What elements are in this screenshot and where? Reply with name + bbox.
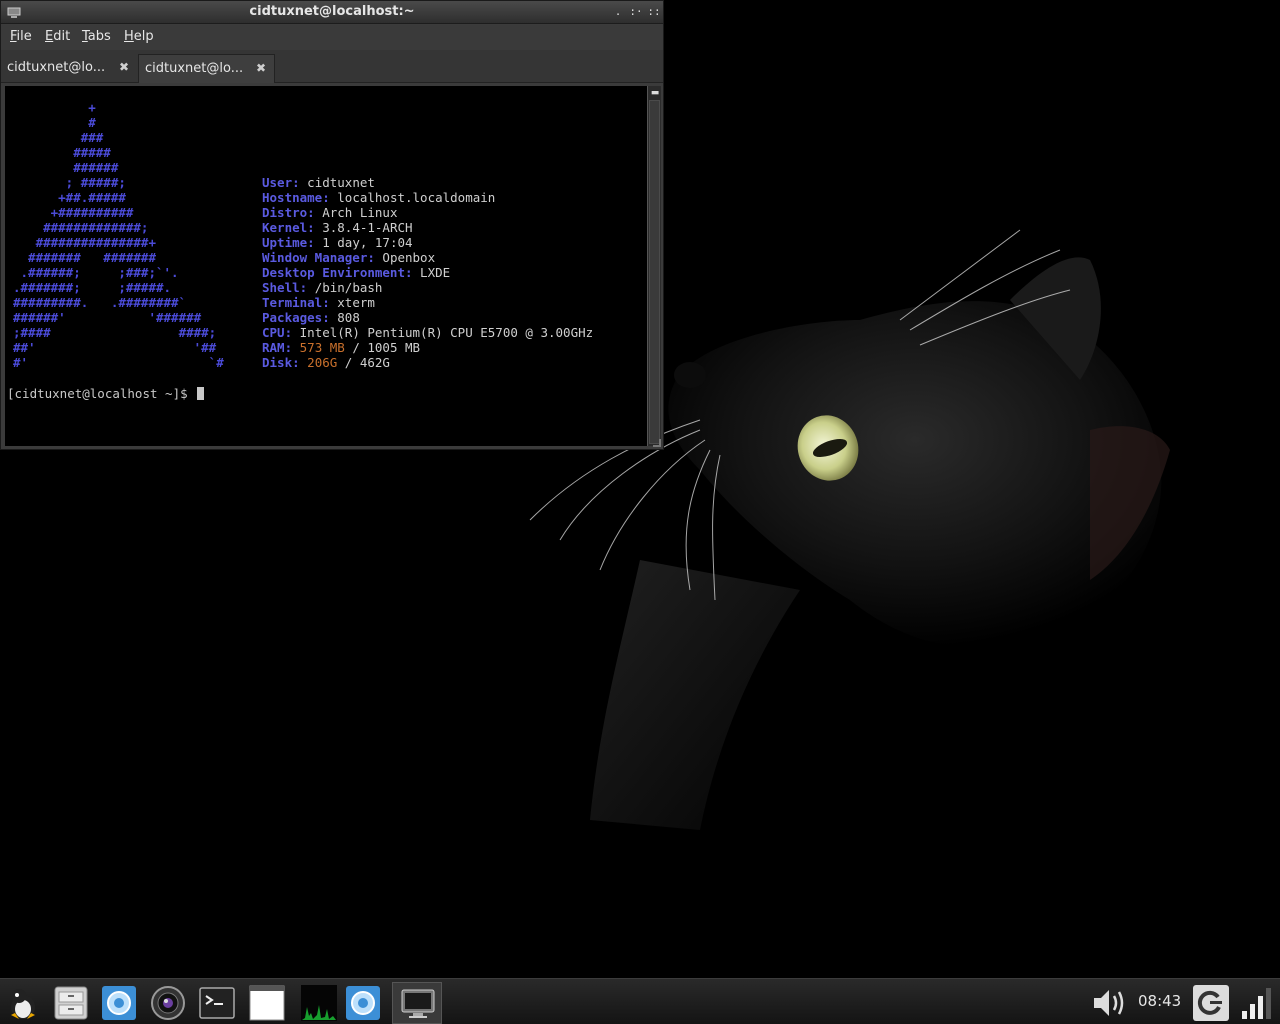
menu-help[interactable]: Help — [124, 29, 154, 44]
penguin-icon — [11, 989, 35, 1019]
browser-icon — [102, 986, 136, 1020]
tab-1-label: cidtuxnet@lo... — [7, 60, 106, 75]
info-user: User: cidtuxnet — [262, 175, 375, 190]
menu-edit[interactable]: Edit — [45, 29, 70, 44]
tab-1[interactable]: cidtuxnet@lo... ✖ — [1, 54, 137, 83]
info-hostname: Hostname: localhost.localdomain — [262, 190, 496, 205]
logo-line: #########. .########` — [13, 295, 187, 310]
info-distro: Distro: Arch Linux — [262, 205, 398, 220]
logo-line: #' `# — [13, 355, 224, 370]
tab-2-label: cidtuxnet@lo... — [145, 61, 244, 76]
monitor-icon — [401, 989, 435, 1018]
shell-prompt[interactable]: [cidtuxnet@localhost ~]$ — [7, 386, 205, 401]
terminal-scrollbar[interactable]: ▬ — [647, 86, 661, 446]
window-button[interactable] — [246, 982, 288, 1024]
tab-2[interactable]: cidtuxnet@lo... ✖ — [138, 54, 275, 83]
resize-grip-icon[interactable] — [653, 439, 661, 447]
cpu-monitor-widget[interactable] — [298, 982, 338, 1024]
logo-line: ### — [13, 130, 104, 145]
window-title: cidtuxnet@localhost:~ — [249, 4, 415, 19]
info-ram: RAM: 573 MB / 1005 MB — [262, 340, 421, 355]
terminal-output[interactable]: + # ### ##### ###### ; #####; +##.##### … — [5, 86, 647, 446]
blank-window-icon — [249, 985, 285, 1021]
menu-tabs[interactable]: Tabs — [82, 29, 111, 44]
logo-line: ; #####; — [13, 175, 126, 190]
menu-help-rest: elp — [133, 29, 154, 44]
window-titlebar[interactable]: cidtuxnet@localhost:~ . :· :: — [1, 1, 663, 24]
task-terminal-window[interactable] — [392, 982, 442, 1024]
file-manager-icon — [54, 986, 88, 1020]
taskbar: 08:43 — [0, 978, 1280, 1024]
info-disk: Disk: 206G / 462G — [262, 355, 390, 370]
camera-button[interactable] — [147, 982, 189, 1024]
minimize-button[interactable]: . — [611, 5, 625, 19]
browser-button-2[interactable] — [342, 982, 384, 1024]
network-signal-icon — [1242, 988, 1271, 1019]
volume-button[interactable] — [1088, 982, 1134, 1024]
text-cursor — [197, 387, 205, 400]
menu-tabs-rest: abs — [87, 29, 111, 44]
info-uptime: Uptime: 1 day, 17:04 — [262, 235, 413, 250]
maximize-button[interactable]: :· — [629, 5, 643, 19]
network-button[interactable] — [1236, 982, 1278, 1024]
menubar: File Edit Tabs Help — [1, 25, 663, 50]
file-manager-button[interactable] — [50, 982, 92, 1024]
close-button[interactable]: :: — [647, 5, 661, 19]
menu-penguin-button[interactable] — [2, 982, 44, 1024]
logo-line: +########## — [13, 205, 134, 220]
tab-2-close-icon[interactable]: ✖ — [254, 61, 268, 75]
terminal-icon — [199, 987, 235, 1019]
prompt-text: [cidtuxnet@localhost ~]$ — [7, 386, 196, 401]
camera-icon — [151, 986, 185, 1020]
browser-button[interactable] — [98, 982, 140, 1024]
browser-icon — [346, 986, 380, 1020]
logo-line: ####### ####### — [13, 250, 156, 265]
logo-line: .######; ;###;`'. — [13, 265, 179, 280]
logo-line: ##### — [13, 145, 111, 160]
info-kernel: Kernel: 3.8.4-1-ARCH — [262, 220, 413, 235]
menu-file[interactable]: File — [10, 29, 32, 44]
terminal-window[interactable]: cidtuxnet@localhost:~ . :· :: File Edit … — [0, 0, 664, 450]
info-window-manager: Window Manager: Openbox — [262, 250, 436, 265]
menu-edit-rest: dit — [53, 29, 71, 44]
tab-bar: cidtuxnet@lo... ✖ cidtuxnet@lo... ✖ — [1, 50, 663, 83]
logo-line: ###### — [13, 160, 119, 175]
info-terminal: Terminal: xterm — [262, 295, 375, 310]
terminal-button[interactable] — [196, 982, 238, 1024]
logo-line: + — [13, 100, 96, 115]
power-icon — [1193, 985, 1229, 1021]
tab-1-close-icon[interactable]: ✖ — [117, 60, 131, 74]
power-button[interactable] — [1190, 982, 1232, 1024]
info-shell: Shell: /bin/bash — [262, 280, 383, 295]
clock[interactable]: 08:43 — [1138, 992, 1181, 1010]
info-packages: Packages: 808 — [262, 310, 360, 325]
logo-line: ;#### ####; — [13, 325, 217, 340]
info-cpu: CPU: Intel(R) Pentium(R) CPU E5700 @ 3.0… — [262, 325, 594, 340]
volume-icon — [1094, 990, 1124, 1016]
logo-line: ##' '## — [13, 340, 217, 355]
logo-line: # — [13, 115, 96, 130]
logo-line: .#######; ;#####. — [13, 280, 172, 295]
logo-line: ######' '###### — [13, 310, 202, 325]
scroll-up-icon[interactable]: ▬ — [650, 88, 660, 98]
menu-file-rest: ile — [16, 29, 32, 44]
cpu-monitor-icon — [301, 985, 337, 1021]
logo-line: #############; — [13, 220, 149, 235]
scrollbar-thumb[interactable] — [649, 100, 660, 444]
info-desktop-environment: Desktop Environment: LXDE — [262, 265, 451, 280]
logo-line: +##.##### — [13, 190, 126, 205]
logo-line: ###############+ — [13, 235, 156, 250]
